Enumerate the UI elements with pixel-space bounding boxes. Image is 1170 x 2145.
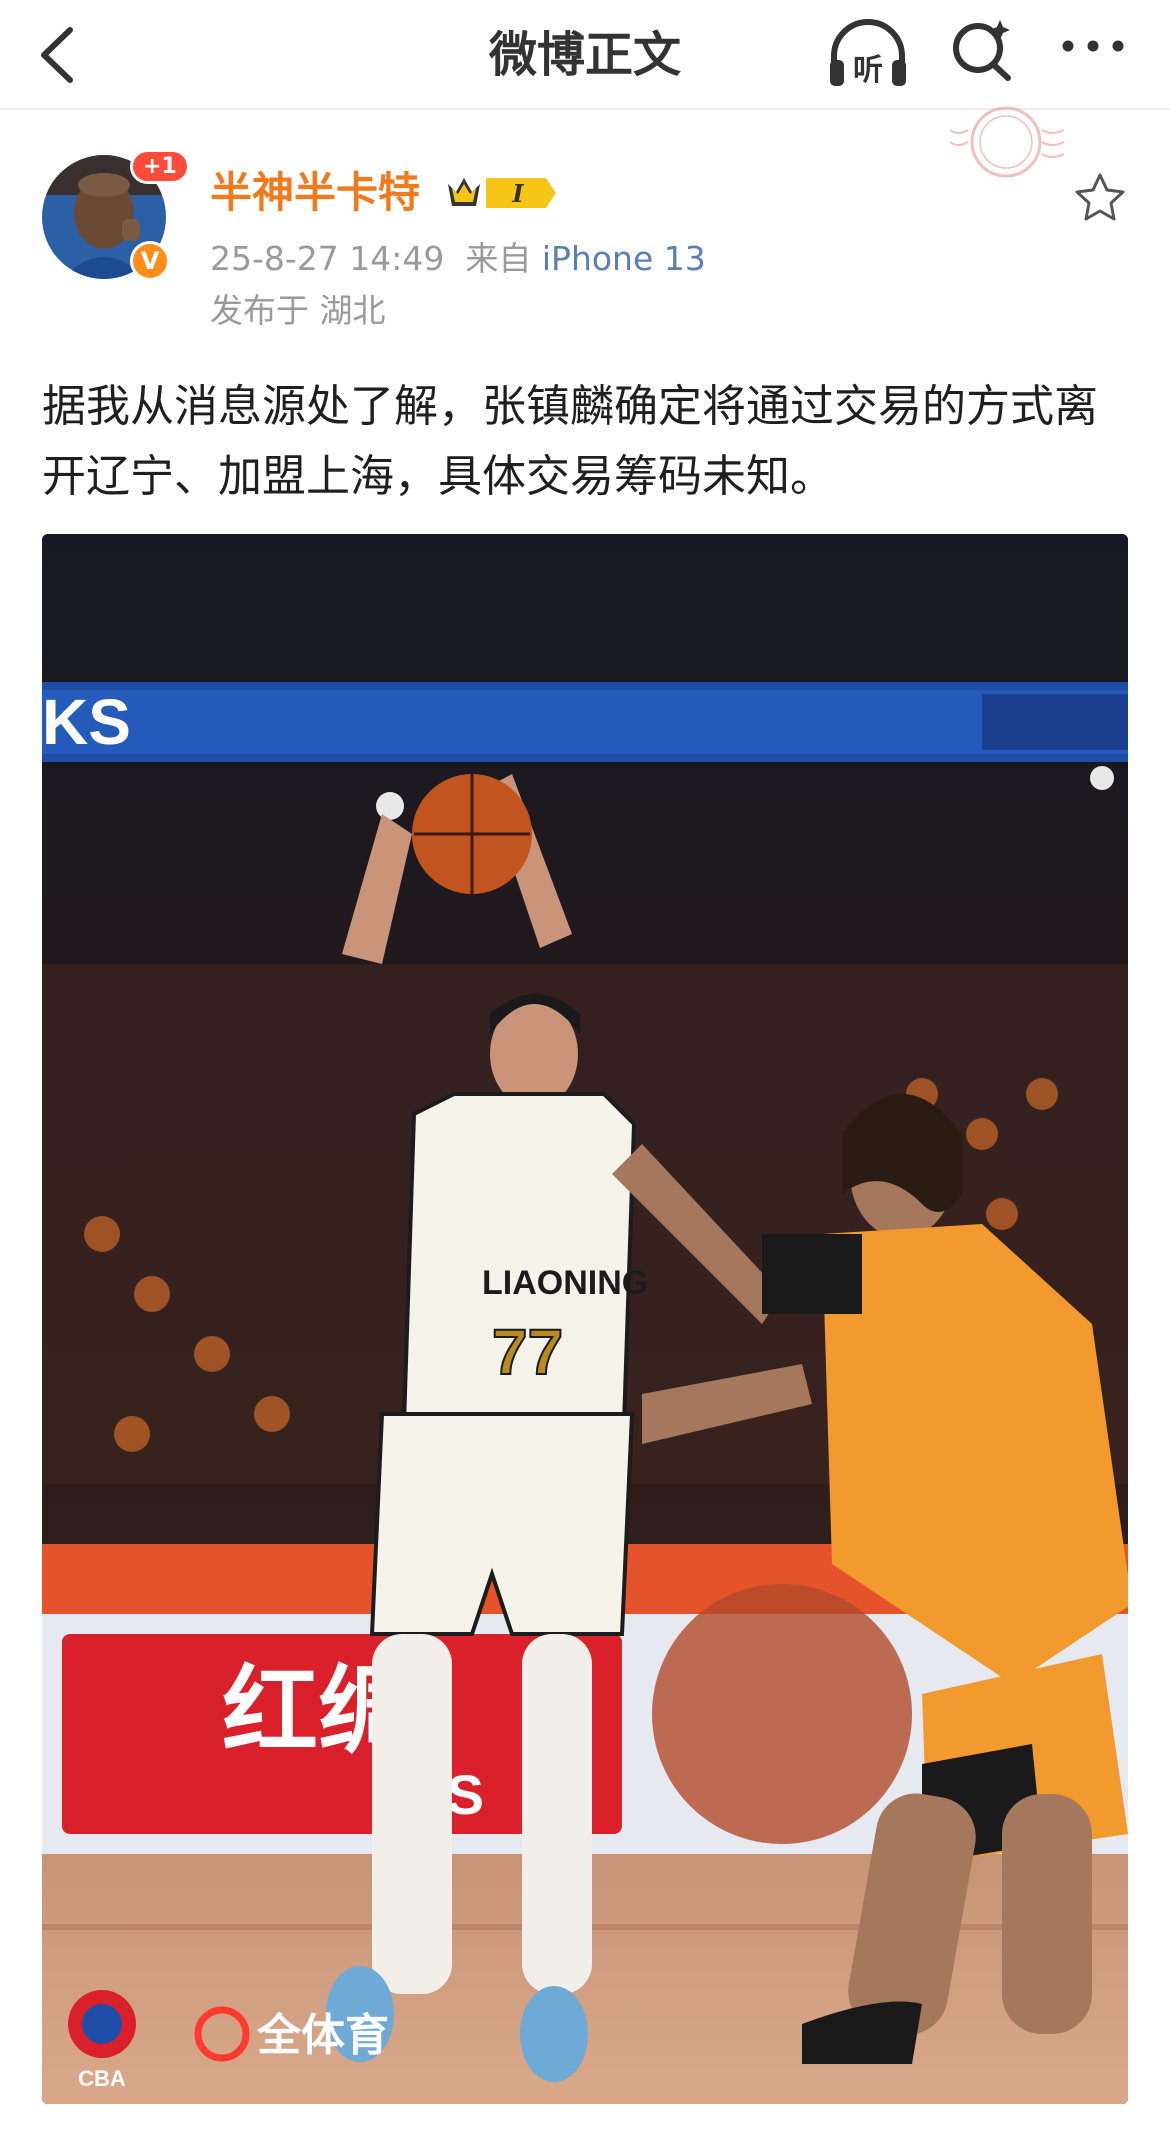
cba-logo: CBA [68,1990,136,2091]
more-dots-icon [1062,40,1124,52]
source-prefix: 来自 [465,239,532,278]
device-link[interactable]: iPhone 13 [542,239,706,278]
favorite-button[interactable] [1072,170,1128,226]
vip-badge[interactable]: I [446,170,560,216]
listen-button[interactable]: 听 [826,16,910,92]
post-date: 25-8-27 14:49 [210,239,445,278]
search-icon [953,20,1011,81]
star-icon [1075,173,1125,221]
post-text: 据我从消息源处了解，张镇麟确定将通过交易的方式离开辽宁、加盟上海，具体交易筹码未… [42,381,1098,502]
svg-text:全体育: 全体育 [256,2010,389,2061]
verified-badge: V [130,241,170,281]
headphones-icon: 听 [830,19,906,88]
post-image[interactable]: KS 红绸 ZHS [42,534,1128,2104]
led-banner-text: KS [42,686,131,758]
post-meta: 25-8-27 14:49 来自 iPhone 13 [210,236,706,282]
listen-label: 听 [853,53,883,88]
headline-stamp-icon [946,100,1076,190]
svg-text:CBA: CBA [78,2066,126,2091]
basketball-photo: KS 红绸 ZHS [42,534,1128,2104]
post-location: 发布于 湖北 [210,291,386,330]
crown-icon: I [448,178,556,208]
author-name[interactable]: 半神半卡特 [210,165,420,221]
vip-level: I [511,179,524,208]
more-button[interactable] [1058,20,1128,72]
search-button[interactable] [948,14,1018,86]
notification-badge: +1 [130,149,190,184]
jersey-text: LIAONING [482,1264,648,1302]
top-nav-bar: 微博正文 听 [0,0,1170,110]
jersey-number: 77 [492,1316,563,1388]
author-avatar[interactable]: +1 V [42,149,190,285]
